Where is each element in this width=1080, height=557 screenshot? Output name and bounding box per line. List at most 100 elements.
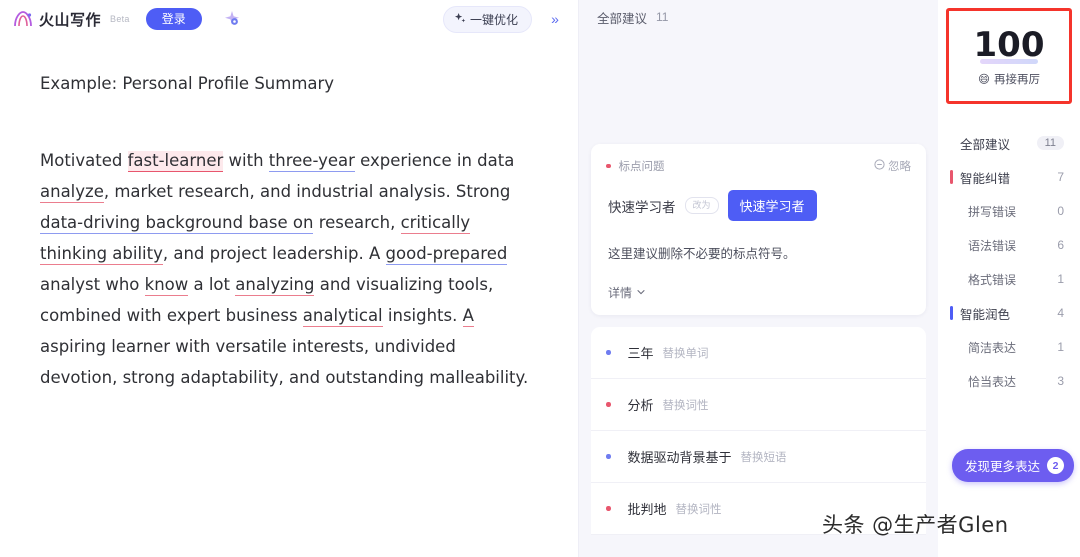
suggestions-header-label: 全部建议 (597, 11, 648, 26)
text-span: experience in data (354, 151, 515, 170)
suggestion-action-tag: 替换单词 (662, 347, 709, 360)
toolbar-right-group: 一键优化 » (442, 5, 568, 33)
right-sidebar: 100 😄 再接再厉 全部建议 11 智能纠错 7 拼写错误 0 语法错误 6 格式错误 1 智能润… (938, 0, 1080, 557)
suggestion-word: 数据驱动背景基于 (627, 450, 732, 465)
suggestion-list: 三年 替换单词 分析 替换词性 数据驱动背景基于 替换短语 批判地 替换词性 (591, 327, 926, 535)
score-value: 100 (973, 25, 1045, 65)
suggestion-word: 三年 (627, 346, 654, 361)
discover-more-label: 发现更多表达 (965, 460, 1041, 474)
category-row[interactable]: 语法错误 6 (938, 228, 1080, 262)
suggestions-scroll-area[interactable]: 标点问题 忽略 快速学习者 改为 快速学习者 这里建议删除不必要的标点符号。 详… (579, 34, 938, 557)
text-error-span[interactable]: analytical (302, 306, 383, 327)
suggestion-list-item[interactable]: 分析 替换词性 (591, 379, 926, 431)
score-label: 再接再厉 (994, 74, 1040, 86)
change-to-chip: 改为 (684, 197, 719, 214)
minus-circle-icon (874, 159, 885, 173)
suggestion-action-tag: 替换词性 (662, 399, 709, 412)
category-row[interactable]: 智能润色 4 (938, 296, 1080, 330)
category-accent-bar (950, 306, 953, 320)
text-span: , market research, and industrial analys… (103, 182, 511, 201)
suggestion-card-header: 标点问题 忽略 (606, 158, 911, 174)
document-editor[interactable]: Example: Personal Profile Summary Motiva… (0, 38, 578, 557)
discover-more-button[interactable]: 发现更多表达 2 (952, 449, 1075, 482)
severity-dot-icon (606, 163, 611, 169)
suggestion-list-item[interactable]: 三年 替换单词 (591, 327, 926, 379)
discover-more-badge: 2 (1047, 457, 1065, 474)
text-error-span[interactable]: A (462, 306, 474, 327)
brand-name: 火山写作 (39, 11, 102, 29)
category-label: 智能润色 (960, 307, 1011, 322)
category-row[interactable]: 智能纠错 7 (938, 160, 1080, 194)
suggestion-card[interactable]: 标点问题 忽略 快速学习者 改为 快速学习者 这里建议删除不必要的标点符号。 详… (591, 144, 926, 315)
text-span: a lot (188, 275, 236, 294)
sparkle-icon (454, 12, 466, 27)
one-click-optimize-button[interactable]: 一键优化 (442, 5, 532, 33)
editor-column: 火山写作 Beta 登录 一键优化 » Example: Personal Pr… (0, 0, 578, 557)
original-text: 快速学习者 (608, 199, 676, 215)
top-toolbar: 火山写作 Beta 登录 一键优化 » (0, 0, 578, 38)
suggestion-list-item[interactable]: 数据驱动背景基于 替换短语 (591, 431, 926, 483)
detail-toggle[interactable]: 详情 (606, 284, 911, 301)
beta-badge: Beta (110, 14, 130, 24)
text-span: Motivated (40, 151, 128, 170)
text-error-span[interactable]: analyze (40, 182, 104, 203)
app-root: 火山写作 Beta 登录 一键优化 » Example: Personal Pr… (0, 0, 1080, 557)
category-label: 拼写错误 (968, 204, 1017, 219)
category-count: 7 (1057, 170, 1064, 184)
category-count: 1 (1057, 272, 1064, 286)
text-error-span[interactable]: data-driving background base on (40, 213, 314, 234)
login-button[interactable]: 登录 (145, 8, 202, 30)
document-paragraph[interactable]: Motivated fast-learner with three-year e… (40, 145, 536, 393)
category-count: 1 (1057, 340, 1064, 354)
watermark: 头条 @生产者Glen (822, 513, 1009, 537)
document-title: Example: Personal Profile Summary (40, 74, 335, 93)
suggestion-description: 这里建议删除不必要的标点符号。 (608, 247, 796, 261)
text-span: research, (313, 213, 401, 232)
category-row[interactable]: 格式错误 1 (938, 262, 1080, 296)
chevron-down-icon (636, 286, 646, 300)
category-row[interactable]: 简洁表达 1 (938, 330, 1080, 364)
brand-logo[interactable]: 火山写作 Beta (12, 9, 130, 30)
severity-dot-icon (606, 402, 611, 407)
category-row[interactable]: 拼写错误 0 (938, 194, 1080, 228)
category-count: 3 (1057, 374, 1064, 388)
category-row[interactable]: 全部建议 11 (938, 126, 1080, 160)
sparkle-gear-icon[interactable] (220, 7, 244, 31)
category-label: 格式错误 (968, 272, 1017, 287)
detail-label: 详情 (608, 286, 633, 300)
smile-emoji-icon: 😄 (978, 74, 990, 86)
suggestion-action-tag: 替换词性 (675, 503, 722, 516)
replacement-row: 快速学习者 改为 快速学习者 (606, 190, 911, 221)
score-box: 100 😄 再接再厉 (953, 18, 1065, 96)
text-span: aspiring learner with versatile interest… (40, 337, 529, 387)
suggestion-word: 批判地 (627, 502, 667, 517)
text-span: with (223, 151, 269, 170)
text-error-span[interactable]: analyzing (235, 275, 315, 296)
suggestions-column: 全部建议 11 标点问题 忽略 快速学习者 改为 快速学习者 这里建议删除不必要… (578, 0, 938, 557)
category-count: 6 (1057, 238, 1064, 252)
suggestion-type-label: 标点问题 (618, 161, 665, 173)
ignore-button[interactable]: 忽略 (874, 158, 911, 174)
severity-dot-icon (606, 506, 611, 511)
text-error-span[interactable]: good-prepared (385, 244, 508, 265)
text-error-span[interactable]: three-year (268, 151, 355, 172)
category-count: 4 (1057, 306, 1064, 320)
category-label: 简洁表达 (968, 340, 1017, 355)
double-chevron-right-icon[interactable]: » (542, 7, 568, 31)
category-label: 全部建议 (960, 137, 1011, 152)
apply-replacement-button[interactable]: 快速学习者 (727, 190, 817, 221)
category-label: 智能纠错 (960, 171, 1011, 186)
score-underline-decoration (980, 59, 1038, 64)
category-row[interactable]: 恰当表达 3 (938, 364, 1080, 398)
score-label-row: 😄 再接再厉 (978, 71, 1040, 87)
category-label: 语法错误 (968, 238, 1017, 253)
category-list: 全部建议 11 智能纠错 7 拼写错误 0 语法错误 6 格式错误 1 智能润色 4 简洁表达 1 恰当表达… (938, 126, 1080, 398)
text-span: insights. (382, 306, 463, 325)
one-click-optimize-label: 一键优化 (469, 12, 518, 27)
text-error-span[interactable]: know (144, 275, 189, 296)
category-accent-bar (950, 170, 953, 184)
severity-dot-icon (606, 454, 611, 459)
text-error-span[interactable]: fast-learner (127, 151, 224, 172)
suggestion-word: 分析 (627, 398, 654, 413)
text-span: analyst who (40, 275, 145, 294)
